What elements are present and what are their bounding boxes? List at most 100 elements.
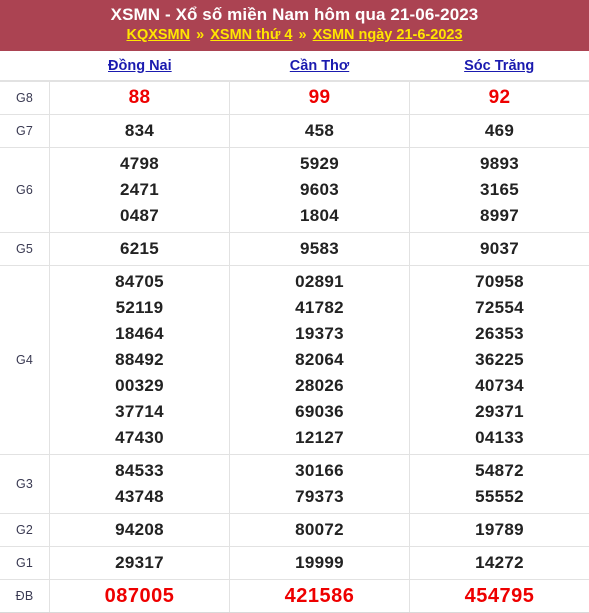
- lottery-number: 29371: [475, 402, 524, 421]
- breadcrumb-separator-1: »: [196, 27, 205, 43]
- lottery-number: 37714: [115, 402, 164, 421]
- lottery-number: 55552: [475, 487, 524, 506]
- prize-cell: 70958 72554 26353 36225 40734 29371 04133: [410, 266, 589, 454]
- lottery-number: 94208: [115, 520, 164, 539]
- prize-cell-group: 88 99 92: [50, 82, 589, 114]
- table-row: G8 88 99 92: [0, 82, 589, 115]
- prize-cell-group: 834 458 469: [50, 115, 589, 147]
- prize-cell: 469: [410, 115, 589, 147]
- prize-cell: 99: [230, 82, 410, 114]
- prize-label: G8: [0, 82, 50, 114]
- prize-cell-group: 84705 52119 18464 88492 00329 37714 47430 02891…: [50, 266, 589, 454]
- table-row: ĐB 087005 421586 454795: [0, 580, 589, 613]
- prize-cell: 94208: [50, 514, 230, 546]
- prize-cell: 92: [410, 82, 589, 114]
- lottery-number: 72554: [475, 298, 524, 317]
- prize-cell: 54872 55552: [410, 455, 589, 513]
- province-header-row: Đồng Nai Cần Thơ Sóc Trăng: [0, 51, 589, 81]
- prize-cell: 421586: [230, 580, 410, 612]
- lottery-number: 28026: [295, 376, 344, 395]
- lottery-number: 9583: [299, 239, 340, 258]
- prize-cell: 84705 52119 18464 88492 00329 37714 47430: [50, 266, 230, 454]
- lottery-number: 00329: [115, 376, 164, 395]
- province-link-dong-nai[interactable]: Đồng Nai: [108, 58, 172, 74]
- lottery-number: 36225: [475, 350, 524, 369]
- lottery-number: 92: [488, 87, 511, 108]
- lottery-results-page: XSMN - Xổ số miền Nam hôm qua 21-06-2023…: [0, 0, 589, 613]
- province-link-can-tho[interactable]: Cần Thơ: [290, 58, 349, 74]
- prize-label: G7: [0, 115, 50, 147]
- prize-column-spacer: [0, 51, 50, 80]
- table-row: G4 84705 52119 18464 88492 00329 37714 47430 028…: [0, 266, 589, 455]
- prize-cell: 087005: [50, 580, 230, 612]
- lottery-number: 29317: [115, 553, 164, 572]
- lottery-number: 5929: [299, 154, 340, 173]
- lottery-number: 4798: [119, 154, 160, 173]
- lottery-number: 469: [484, 121, 515, 140]
- prize-cell: 4798 2471 0487: [50, 148, 230, 232]
- prize-cell-group: 84533 43748 30166 79373 54872 55552: [50, 455, 589, 513]
- prize-cell-group: 087005 421586 454795: [50, 580, 589, 612]
- prize-cell: 14272: [410, 547, 589, 579]
- prize-cell: 19789: [410, 514, 589, 546]
- page-title: XSMN - Xổ số miền Nam hôm qua 21-06-2023: [110, 5, 479, 24]
- prize-label: G1: [0, 547, 50, 579]
- prize-cell: 30166 79373: [230, 455, 410, 513]
- prize-label: G5: [0, 233, 50, 265]
- prize-label: G3: [0, 455, 50, 513]
- table-row: G6 4798 2471 0487 5929 9603 1804 9893 3165 8997: [0, 148, 589, 233]
- lottery-number: 19373: [295, 324, 344, 343]
- lottery-number: 69036: [295, 402, 344, 421]
- lottery-number: 84705: [115, 272, 164, 291]
- lottery-number: 99: [308, 87, 331, 108]
- breadcrumb-link-kqxsmn[interactable]: KQXSMN: [126, 27, 190, 43]
- province-link-soc-trang[interactable]: Sóc Trăng: [464, 58, 534, 74]
- lottery-number: 2471: [119, 180, 160, 199]
- lottery-number: 9893: [479, 154, 520, 173]
- lottery-number: 9603: [299, 180, 340, 199]
- breadcrumb-link-weekday[interactable]: XSMN thứ 4: [210, 27, 292, 43]
- lottery-number: 18464: [115, 324, 164, 343]
- lottery-number: 40734: [475, 376, 524, 395]
- lottery-number: 41782: [295, 298, 344, 317]
- table-row: G2 94208 80072 19789: [0, 514, 589, 547]
- lottery-number: 19789: [475, 520, 524, 539]
- prize-cell: 29317: [50, 547, 230, 579]
- lottery-number: 43748: [115, 487, 164, 506]
- prize-cell-group: 29317 19999 14272: [50, 547, 589, 579]
- lottery-number: 02891: [295, 272, 344, 291]
- lottery-number: 30166: [295, 461, 344, 480]
- lottery-number: 9037: [479, 239, 520, 258]
- breadcrumb-link-date[interactable]: XSMN ngày 21-6-2023: [313, 27, 463, 43]
- prize-cell: 9893 3165 8997: [410, 148, 589, 232]
- prize-cell: 5929 9603 1804: [230, 148, 410, 232]
- prize-cell: 80072: [230, 514, 410, 546]
- prize-cell: 88: [50, 82, 230, 114]
- lottery-number: 6215: [119, 239, 160, 258]
- breadcrumb: KQXSMN » XSMN thứ 4 » XSMN ngày 21-6-202…: [0, 26, 589, 45]
- prize-cell: 02891 41782 19373 82064 28026 69036 12127: [230, 266, 410, 454]
- prize-cell: 834: [50, 115, 230, 147]
- lottery-number: 087005: [104, 585, 175, 607]
- prize-cell: 454795: [410, 580, 589, 612]
- table-row: G5 6215 9583 9037: [0, 233, 589, 266]
- lottery-number: 84533: [115, 461, 164, 480]
- prize-cell: 9037: [410, 233, 589, 265]
- page-header-banner: XSMN - Xổ số miền Nam hôm qua 21-06-2023…: [0, 0, 589, 51]
- lottery-number: 79373: [295, 487, 344, 506]
- table-row: G7 834 458 469: [0, 115, 589, 148]
- prize-label: G6: [0, 148, 50, 232]
- lottery-number: 82064: [295, 350, 344, 369]
- prize-cell-group: 94208 80072 19789: [50, 514, 589, 546]
- lottery-number: 88492: [115, 350, 164, 369]
- results-table: G8 88 99 92 G7 834 458 469 G6 4798 2471 0487 5929 960…: [0, 81, 589, 613]
- province-header-cell: Cần Thơ: [230, 58, 410, 74]
- lottery-number: 88: [128, 87, 151, 108]
- prize-cell: 6215: [50, 233, 230, 265]
- lottery-number: 26353: [475, 324, 524, 343]
- lottery-number: 52119: [115, 298, 164, 317]
- table-row: G1 29317 19999 14272: [0, 547, 589, 580]
- lottery-number: 454795: [464, 585, 535, 607]
- lottery-number: 47430: [115, 428, 164, 447]
- lottery-number: 54872: [475, 461, 524, 480]
